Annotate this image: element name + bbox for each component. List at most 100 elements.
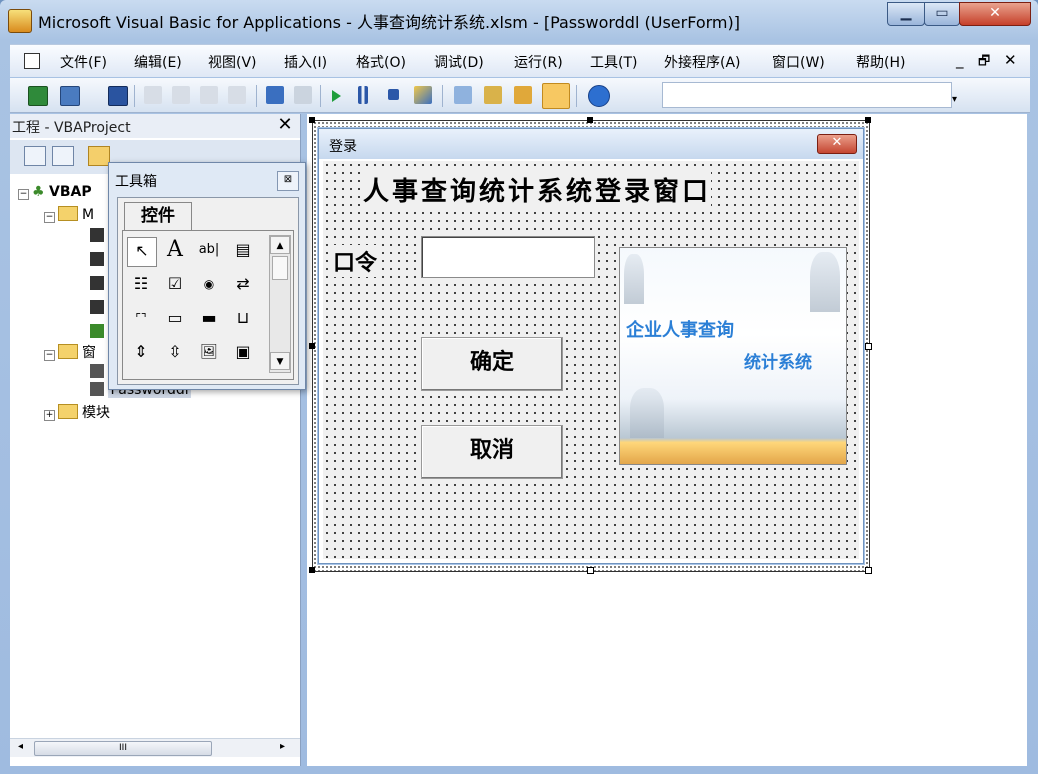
sheet-icon[interactable] bbox=[90, 252, 104, 266]
mdi-restore-button[interactable]: 🗗 bbox=[978, 52, 990, 74]
userform-window-icon[interactable] bbox=[24, 53, 40, 69]
toolbox-window[interactable]: 工具箱 ⊠ 控件 ↖ A ab| ▤ ☷ ☑ ◉ ⇄ ⌜⌝ ▭ ▬ ⊔ ⇕ ⇳ … bbox=[108, 162, 306, 390]
pointer-tool[interactable]: ↖ bbox=[127, 237, 157, 267]
paste-icon[interactable] bbox=[200, 86, 218, 104]
frame-tool[interactable]: ⌜⌝ bbox=[127, 305, 155, 333]
project-explorer-close-button[interactable]: ✕ bbox=[274, 116, 296, 136]
login-userform[interactable]: 登录 ✕ 人事查询统计系统登录窗口 口令 确定 取消 企业人事查询 统计系统 bbox=[318, 128, 864, 564]
menu-tools[interactable]: 工具(T) bbox=[590, 52, 637, 72]
menu-file[interactable]: 文件(F) bbox=[60, 52, 107, 72]
toolbox-close-button[interactable]: ⊠ bbox=[277, 171, 299, 191]
find-icon[interactable] bbox=[228, 86, 246, 104]
combobox-tool[interactable]: ▤ bbox=[229, 237, 257, 265]
help-icon[interactable] bbox=[588, 85, 610, 107]
run-icon[interactable] bbox=[332, 90, 341, 102]
system-logo-image[interactable]: 企业人事查询 统计系统 bbox=[619, 247, 847, 465]
optionbutton-tool[interactable]: ◉ bbox=[195, 271, 223, 299]
scroll-up-icon[interactable]: ▲ bbox=[270, 236, 290, 254]
mdi-minimize-button[interactable]: _ bbox=[956, 51, 964, 69]
view-object-icon[interactable] bbox=[52, 146, 74, 166]
tree-node-modules[interactable]: + 模块 bbox=[44, 402, 110, 422]
workbook-icon[interactable] bbox=[90, 324, 104, 338]
mdi-close-button[interactable]: ✕ bbox=[1004, 51, 1017, 69]
tree-node-objects[interactable]: − M bbox=[44, 206, 94, 223]
collapse-icon[interactable]: − bbox=[44, 212, 55, 223]
collapse-icon[interactable]: − bbox=[44, 350, 55, 361]
menu-format[interactable]: 格式(O) bbox=[356, 52, 406, 72]
image-tool[interactable]: 🖼 bbox=[195, 339, 223, 367]
form-close-button[interactable]: ✕ bbox=[817, 134, 857, 154]
resize-handle[interactable] bbox=[309, 343, 315, 349]
excel-icon[interactable] bbox=[28, 86, 48, 106]
scrollbar-thumb[interactable] bbox=[272, 256, 288, 280]
properties-icon[interactable] bbox=[484, 86, 502, 104]
toggle-folders-icon[interactable] bbox=[88, 146, 110, 166]
toolbar-location-box[interactable] bbox=[662, 82, 952, 108]
sheet-icon[interactable] bbox=[90, 228, 104, 242]
scroll-right-icon[interactable]: ▸ bbox=[280, 741, 285, 752]
expand-icon[interactable]: + bbox=[44, 410, 55, 421]
tabstrip-tool[interactable]: ▬ bbox=[195, 305, 223, 333]
resize-handle[interactable] bbox=[587, 117, 593, 123]
menu-addins[interactable]: 外接程序(A) bbox=[664, 52, 741, 72]
tree-node-forms[interactable]: − 窗 bbox=[44, 342, 96, 362]
refedit-tool[interactable]: ▣ bbox=[229, 339, 257, 367]
cancel-button[interactable]: 取消 bbox=[421, 425, 563, 479]
scrollbar-thumb[interactable]: III bbox=[34, 741, 212, 756]
save-icon[interactable] bbox=[108, 86, 128, 106]
resize-handle[interactable] bbox=[309, 567, 315, 573]
menu-edit[interactable]: 编辑(E) bbox=[134, 52, 182, 72]
insert-userform-icon[interactable] bbox=[60, 86, 80, 106]
view-code-icon[interactable] bbox=[24, 146, 46, 166]
sheet-icon[interactable] bbox=[90, 276, 104, 290]
redo-icon[interactable] bbox=[294, 86, 312, 104]
label-tool[interactable]: A bbox=[161, 237, 189, 265]
close-button[interactable]: ✕ bbox=[959, 2, 1031, 26]
minimize-button[interactable]: ▁ bbox=[887, 2, 925, 26]
copy-icon[interactable] bbox=[172, 86, 190, 104]
object-browser-icon[interactable] bbox=[514, 86, 532, 104]
resize-handle[interactable] bbox=[865, 343, 872, 350]
maximize-button[interactable]: ▭ bbox=[924, 2, 960, 26]
menu-debug[interactable]: 调试(D) bbox=[434, 52, 484, 72]
tree-node-vbaproject[interactable]: − ♣ VBAP bbox=[18, 184, 92, 200]
menu-run[interactable]: 运行(R) bbox=[514, 52, 563, 72]
togglebutton-tool[interactable]: ⇄ bbox=[229, 271, 257, 299]
project-horizontal-scrollbar[interactable]: ◂ III ▸ bbox=[10, 738, 300, 757]
menu-insert[interactable]: 插入(I) bbox=[284, 52, 327, 72]
password-input[interactable] bbox=[421, 236, 595, 278]
reset-icon[interactable] bbox=[388, 89, 399, 100]
password-label[interactable]: 口令 bbox=[333, 245, 378, 277]
resize-handle[interactable] bbox=[865, 567, 872, 574]
collapse-icon[interactable]: − bbox=[18, 189, 29, 200]
scroll-down-icon[interactable]: ▼ bbox=[270, 352, 290, 370]
undo-icon[interactable] bbox=[266, 86, 284, 104]
cut-icon[interactable] bbox=[144, 86, 162, 104]
ok-button[interactable]: 确定 bbox=[421, 337, 563, 391]
spinbutton-tool[interactable]: ⇳ bbox=[161, 339, 189, 367]
design-mode-icon[interactable] bbox=[414, 86, 432, 104]
userform-icon[interactable] bbox=[90, 364, 104, 378]
menu-window[interactable]: 窗口(W) bbox=[772, 52, 825, 72]
textbox-tool[interactable]: ab| bbox=[195, 237, 223, 265]
toolbar-options-chevron-icon[interactable]: ▾ bbox=[952, 94, 957, 105]
form-title-bar: 登录 ✕ bbox=[319, 129, 863, 159]
menu-help[interactable]: 帮助(H) bbox=[856, 52, 905, 72]
checkbox-tool[interactable]: ☑ bbox=[161, 271, 189, 299]
resize-handle[interactable] bbox=[309, 117, 315, 123]
break-icon[interactable] bbox=[358, 86, 368, 104]
scroll-left-icon[interactable]: ◂ bbox=[18, 741, 23, 752]
multipage-tool[interactable]: ⊔ bbox=[229, 305, 257, 333]
sheet-icon[interactable] bbox=[90, 300, 104, 314]
resize-handle[interactable] bbox=[865, 117, 871, 123]
form-heading-label[interactable]: 人事查询统计系统登录窗口 bbox=[363, 171, 712, 208]
toolbox-vertical-scrollbar[interactable]: ▲ ▼ bbox=[269, 235, 291, 373]
project-explorer-icon[interactable] bbox=[454, 86, 472, 104]
resize-handle[interactable] bbox=[587, 567, 594, 574]
listbox-tool[interactable]: ☷ bbox=[127, 271, 155, 299]
tab-controls[interactable]: 控件 bbox=[124, 202, 192, 231]
toolbox-icon[interactable] bbox=[542, 83, 570, 109]
commandbutton-tool[interactable]: ▭ bbox=[161, 305, 189, 333]
menu-view[interactable]: 视图(V) bbox=[208, 52, 257, 72]
scrollbar-tool[interactable]: ⇕ bbox=[127, 339, 155, 367]
